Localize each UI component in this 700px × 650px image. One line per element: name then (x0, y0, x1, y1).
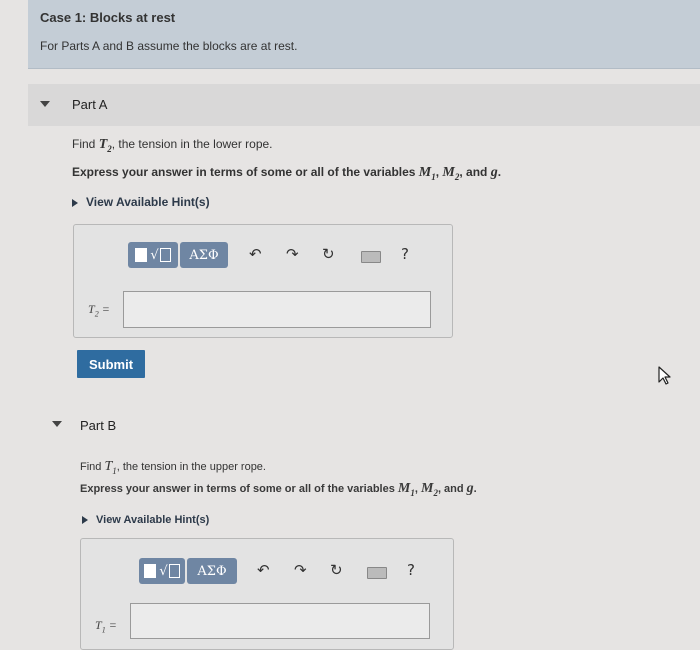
undo-icon[interactable]: ↶ (249, 245, 262, 263)
part-b-question: Find T1, the tension in the upper rope. (80, 459, 266, 476)
greek-letters-icon: ΑΣΦ (189, 247, 219, 263)
expand-triangle-icon (72, 198, 78, 207)
redo-icon[interactable]: ↷ (294, 561, 307, 579)
part-b-answer-input[interactable] (130, 603, 430, 639)
keyboard-icon[interactable] (367, 567, 387, 579)
part-a-instructions: Express your answer in terms of some or … (72, 165, 502, 182)
part-a-header[interactable]: Part A (28, 84, 700, 126)
templates-button[interactable]: √ (139, 558, 185, 584)
part-b-instructions: Express your answer in terms of some or … (80, 481, 477, 498)
part-a-answer-input[interactable] (123, 291, 431, 328)
templates-button[interactable]: √ (128, 242, 178, 268)
part-b-header[interactable]: Part B (28, 404, 700, 446)
templates-icon (135, 248, 148, 262)
part-a-hints-link[interactable]: View Available Hint(s) (72, 195, 210, 209)
case-header: Case 1: Blocks at rest For Parts A and B… (28, 0, 700, 69)
part-b-hints-link[interactable]: View Available Hint(s) (82, 514, 209, 526)
templates-icon (144, 564, 157, 578)
mouse-cursor-icon (658, 366, 671, 385)
expand-triangle-icon (82, 516, 88, 525)
part-a-question: Find T2, the tension in the lower rope. (72, 137, 273, 154)
help-icon[interactable]: ? (401, 245, 409, 263)
help-icon[interactable]: ? (407, 561, 415, 579)
submit-button[interactable]: Submit (77, 350, 145, 378)
part-a-title: Part A (72, 97, 108, 112)
reset-icon[interactable]: ↻ (322, 245, 335, 263)
undo-icon[interactable]: ↶ (257, 561, 270, 579)
greek-letters-button[interactable]: ΑΣΦ (187, 558, 237, 584)
part-b-title: Part B (80, 418, 117, 433)
greek-letters-button[interactable]: ΑΣΦ (180, 242, 228, 268)
part-a-answer-box: √ ΑΣΦ ↶ ↷ ↻ ? T2 = (73, 224, 453, 338)
case-title: Case 1: Blocks at rest (40, 10, 176, 25)
redo-icon[interactable]: ↷ (286, 245, 299, 263)
greek-letters-icon: ΑΣΦ (197, 563, 227, 579)
part-a-answer-label: T2 = (88, 302, 110, 319)
case-subtitle: For Parts A and B assume the blocks are … (40, 39, 298, 53)
keyboard-icon[interactable] (361, 251, 381, 263)
part-b-answer-label: T1 = (95, 618, 117, 635)
reset-icon[interactable]: ↻ (330, 561, 343, 579)
part-b-answer-box: √ ΑΣΦ ↶ ↷ ↻ ? T1 = (80, 538, 454, 650)
collapse-caret-icon[interactable] (40, 101, 50, 107)
collapse-caret-icon[interactable] (52, 421, 62, 427)
